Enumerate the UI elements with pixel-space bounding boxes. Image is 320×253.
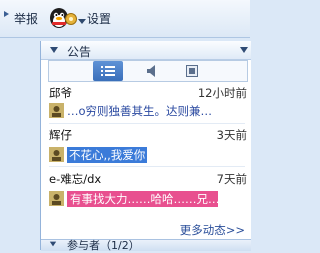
collapse-chevron-icon[interactable] (49, 45, 59, 55)
more-updates-link[interactable]: 更多动态>> (180, 222, 245, 238)
notice-item-author[interactable]: e-难忘/dx (49, 171, 101, 187)
user-avatar-icon (49, 147, 64, 162)
notice-item-time: 12小时前 (197, 86, 247, 100)
notice-item-author[interactable]: 邱爷 (49, 85, 72, 101)
notice-item-author[interactable]: 辉仔 (49, 127, 72, 143)
tab-window[interactable] (177, 61, 207, 81)
tab-sound[interactable] (137, 61, 167, 81)
divider (49, 166, 245, 167)
collapse-chevron-icon[interactable] (49, 240, 57, 248)
square-icon (186, 65, 198, 77)
speaker-icon (147, 65, 155, 77)
chevron-down-icon[interactable] (78, 19, 86, 24)
participants-label: 参与者（1/2） (67, 239, 140, 252)
notice-item-message[interactable]: 不花心,,我爱你 (67, 147, 148, 163)
divider (49, 123, 245, 124)
notice-item-message[interactable]: 有事找大力……哈哈……兄… (67, 191, 218, 207)
report-button[interactable]: 举报 (14, 10, 38, 27)
expand-chevron-icon[interactable] (239, 45, 249, 55)
notice-item-time: 3天前 (216, 128, 247, 142)
toolbar-arrow-icon (4, 11, 9, 17)
view-tabs (48, 60, 248, 82)
notice-item-message[interactable]: …o穷则独善其生。达则兼… (67, 103, 212, 119)
notice-panel: 公告 邱爷 12小时前 …o穷则独善其生。达则兼… 辉仔 3天前 不花心,,我爱… (40, 41, 251, 252)
notice-item-time: 7天前 (216, 172, 247, 186)
settings-button[interactable]: 设置 (87, 10, 111, 27)
top-toolbar: 举报 设置 (0, 0, 250, 38)
user-avatar-icon (49, 103, 64, 118)
notice-title: 公告 (67, 45, 92, 59)
list-icon (101, 66, 115, 76)
tab-list[interactable] (93, 61, 123, 81)
notice-header[interactable]: 公告 (41, 41, 251, 60)
gear-icon[interactable] (64, 12, 78, 26)
participants-header[interactable]: 参与者（1/2） (41, 239, 251, 252)
user-avatar-icon (49, 191, 64, 206)
